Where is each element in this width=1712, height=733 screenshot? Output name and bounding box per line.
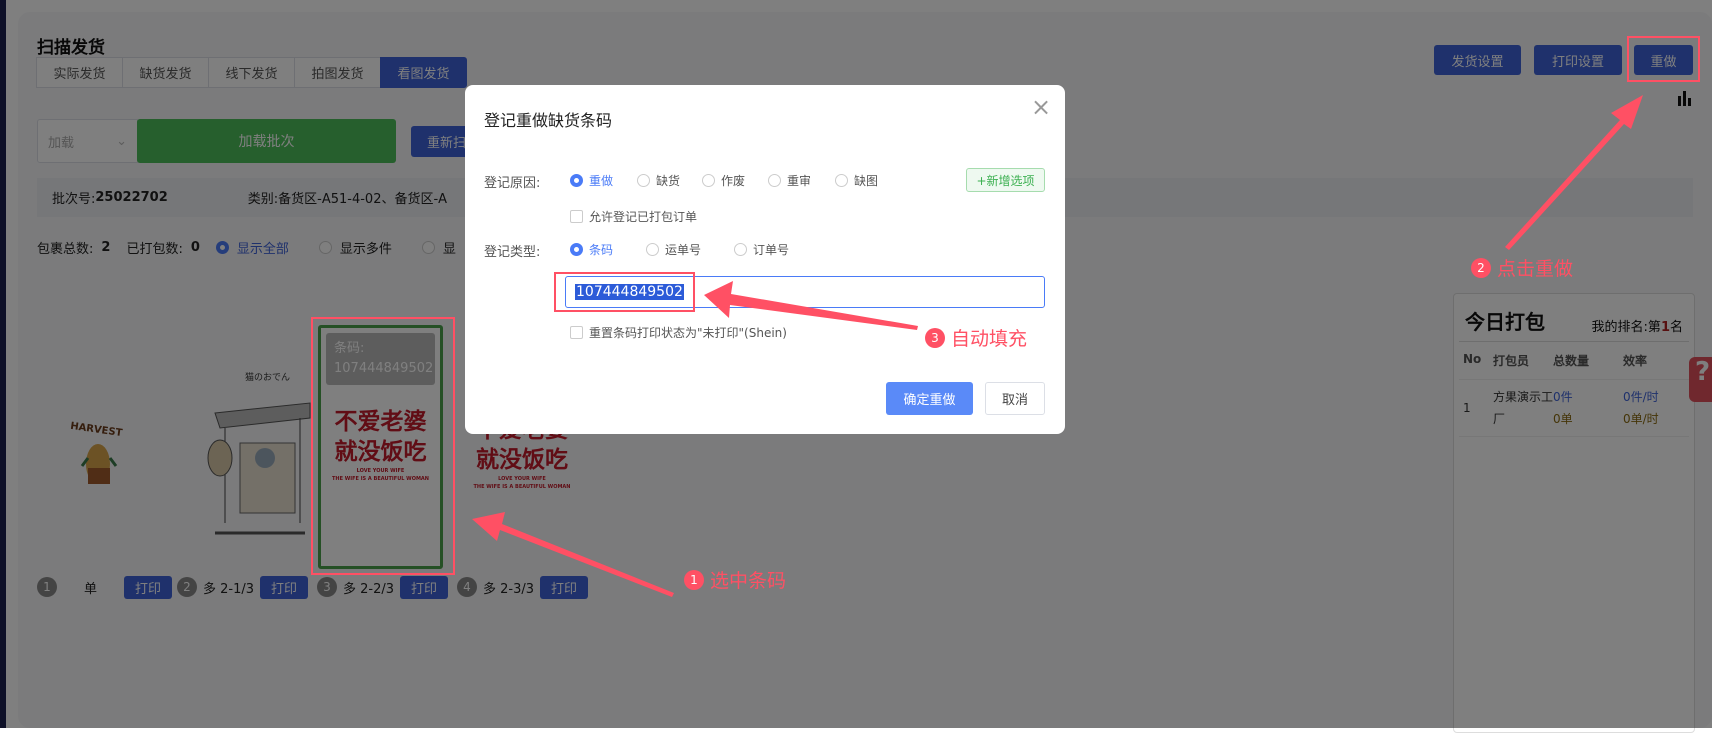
- annotation-number: 1: [684, 569, 704, 590]
- annotation-3: 3 自动填充: [925, 324, 1027, 351]
- arrow-1: [472, 512, 674, 597]
- arrow-2: [1505, 95, 1643, 250]
- annotation-2: 2 点击重做: [1471, 254, 1573, 281]
- annotation-number: 2: [1471, 257, 1491, 278]
- annotation-number: 3: [925, 327, 945, 348]
- annotation-text: 自动填充: [951, 328, 1028, 350]
- annotation-arrows: [472, 95, 1643, 597]
- annotation-text: 点击重做: [1497, 258, 1574, 280]
- annotation-text: 选中条码: [710, 570, 787, 592]
- arrow-3: [704, 281, 918, 330]
- annotation-1: 1 选中条码: [684, 566, 786, 593]
